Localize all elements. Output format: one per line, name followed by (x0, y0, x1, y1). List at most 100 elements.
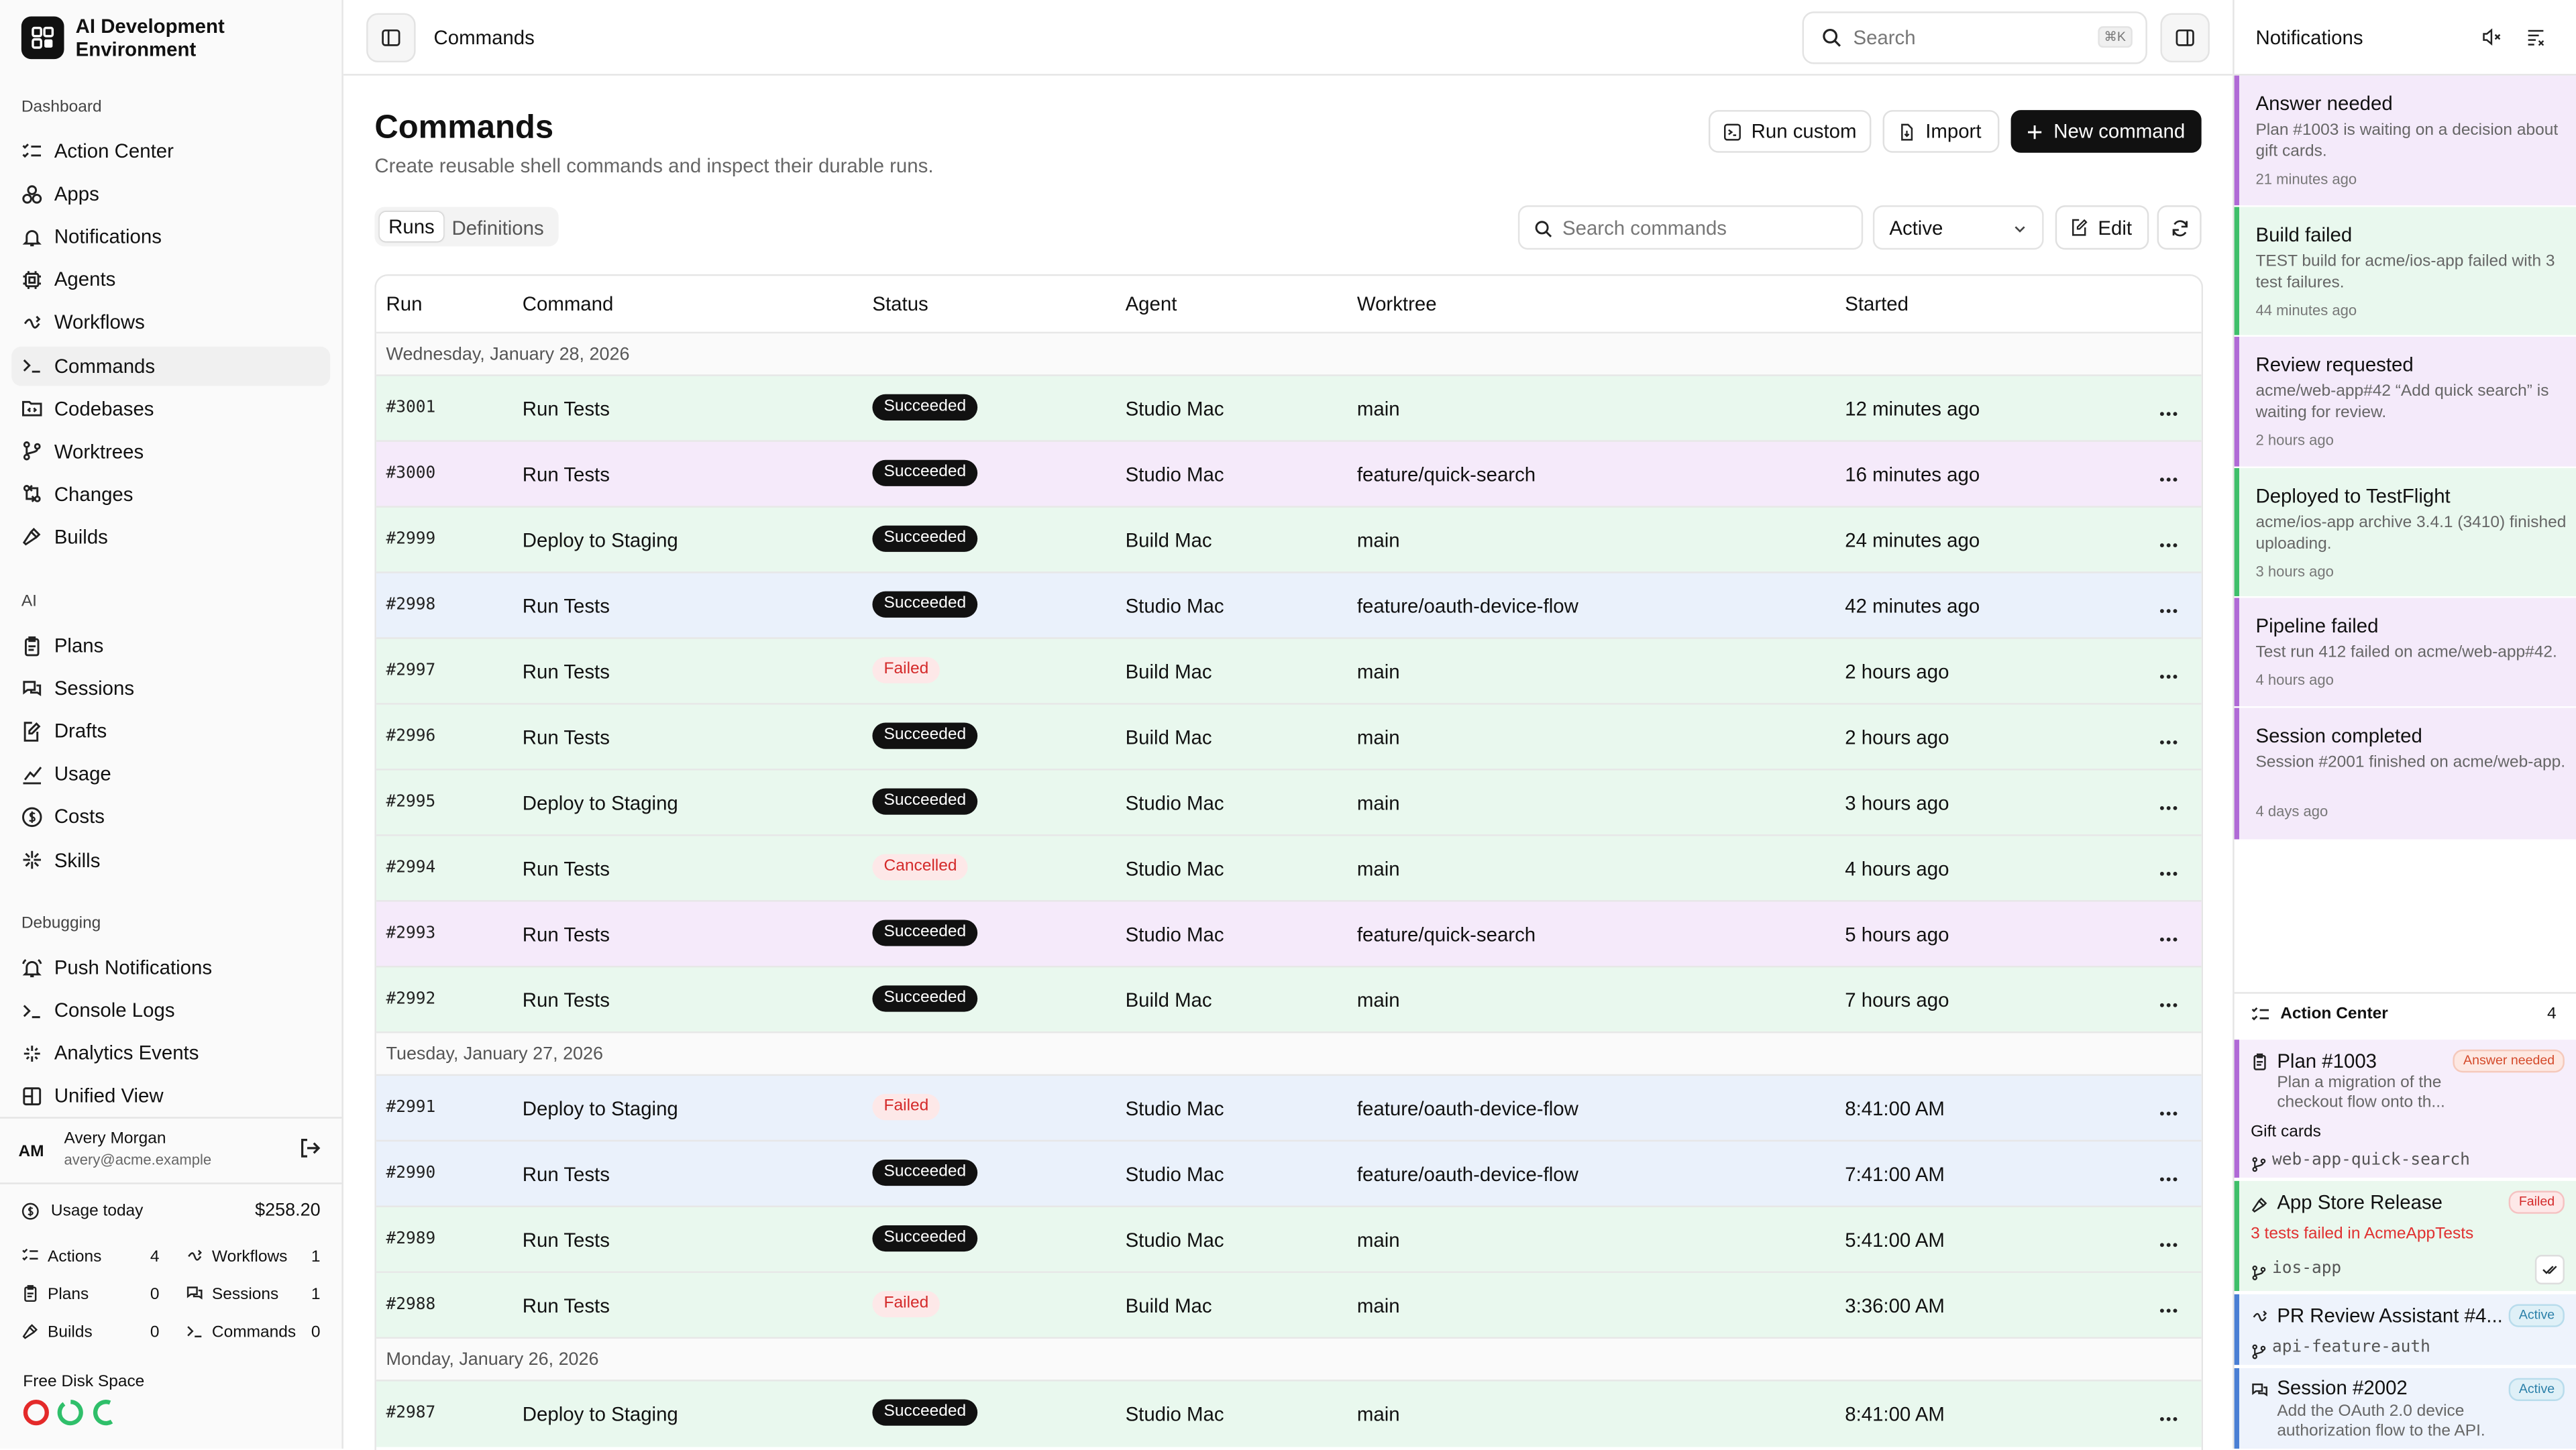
git-branch-small (2252, 1266, 2266, 1280)
table-row[interactable]: #2997 Run Tests Failed Build Mac main 2 … (376, 637, 2202, 705)
status-badge: Succeeded (872, 394, 978, 421)
logout-button[interactable] (299, 1137, 322, 1168)
sidebar-item-action-center[interactable]: Action Center (11, 131, 330, 171)
sidebar-item-codebases[interactable]: Codebases (11, 388, 330, 428)
row-menu-button[interactable] (2159, 398, 2178, 423)
row-menu-button[interactable] (2159, 726, 2178, 750)
sidebar-item-unified-view[interactable]: Unified View (11, 1076, 330, 1116)
table-row[interactable]: #3001 Run Tests Succeeded Studio Mac mai… (376, 374, 2202, 442)
row-menu-button[interactable] (2159, 1294, 2178, 1319)
action-card-pr-review[interactable]: PR Review Assistant #4... Active api-fea… (2234, 1294, 2576, 1365)
usage-stat-builds[interactable]: Builds 0 (21, 1322, 160, 1342)
sidebar-item-drafts[interactable]: Drafts (11, 712, 330, 751)
list-checks-icon (22, 142, 42, 158)
mark-done-button[interactable] (2534, 1255, 2565, 1285)
action-card-session[interactable]: Session #2002 Active Add the OAuth 2.0 d… (2234, 1368, 2576, 1449)
row-menu-button[interactable] (2159, 923, 2178, 948)
sidebar-item-costs[interactable]: Costs (11, 797, 330, 837)
refresh-button[interactable] (2157, 205, 2202, 250)
table-row[interactable]: #2994 Run Tests Cancelled Studio Mac mai… (376, 834, 2202, 902)
run-custom-button[interactable]: Run custom (1708, 110, 1872, 153)
new-command-button[interactable]: New command (2010, 110, 2202, 153)
tab-definitions[interactable]: Definitions (451, 217, 543, 239)
usage-stat-commands[interactable]: Commands 0 (186, 1322, 321, 1342)
row-menu-button[interactable] (2159, 529, 2178, 554)
action-card-plan[interactable]: Plan #1003 Answer needed Plan a migratio… (2234, 1040, 2576, 1178)
search-box[interactable]: Search ⌘K (1802, 11, 2147, 64)
action-card-app-store-release[interactable]: App Store Release Failed 3 tests failed … (2234, 1180, 2576, 1291)
sidebar-item-label: Codebases (54, 396, 154, 420)
sidebar-item-commands[interactable]: Commands (11, 345, 331, 386)
sidebar-item-worktrees[interactable]: Worktrees (11, 431, 330, 471)
table-row[interactable]: #2989 Run Tests Succeeded Studio Mac mai… (376, 1205, 2202, 1273)
notification-card[interactable]: Pipeline failed Test run 412 failed on a… (2234, 598, 2576, 708)
table-row[interactable]: #2987 Deploy to Staging Succeeded Studio… (376, 1380, 2202, 1447)
more-horizontal-icon (2159, 1111, 2178, 1116)
usage-stat-workflows[interactable]: Workflows 1 (186, 1247, 321, 1266)
notification-card[interactable]: Build failed TEST build for acme/ios-app… (2234, 207, 2576, 337)
command-name: Run Tests (522, 463, 610, 486)
table-row[interactable]: #2996 Run Tests Succeeded Build Mac main… (376, 703, 2202, 771)
sidebar-item-analytics-events[interactable]: Analytics Events (11, 1034, 330, 1073)
tab-runs[interactable]: Runs (379, 211, 444, 242)
row-menu-button[interactable] (2159, 1163, 2178, 1188)
row-menu-button[interactable] (2159, 791, 2178, 816)
table-row[interactable]: #2991 Deploy to Staging Failed Studio Ma… (376, 1074, 2202, 1142)
started-time: 5 hours ago (1845, 923, 1949, 946)
import-button[interactable]: Import (1882, 110, 2000, 153)
sidebar-item-usage[interactable]: Usage (11, 755, 330, 794)
row-menu-button[interactable] (2159, 857, 2178, 882)
usage-stat-actions[interactable]: Actions 4 (21, 1247, 160, 1266)
row-menu-button[interactable] (2159, 1402, 2178, 1427)
chart-icon (21, 763, 43, 785)
edit-button[interactable]: Edit (2055, 205, 2149, 250)
table-row[interactable]: #2988 Run Tests Failed Build Mac main 3:… (376, 1271, 2202, 1339)
table-row[interactable]: #2992 Run Tests Succeeded Build Mac main… (376, 966, 2202, 1034)
usage-stat-plans[interactable]: Plans 0 (21, 1284, 160, 1304)
table-row[interactable]: #2999 Deploy to Staging Succeeded Build … (376, 506, 2202, 573)
notification-card[interactable]: Deployed to TestFlight acme/ios-app arch… (2234, 467, 2576, 598)
col-agent: Agent (1125, 292, 1177, 316)
notification-card[interactable]: Session completed Session #2001 finished… (2234, 708, 2576, 841)
sidebar-item-label: Console Logs (54, 999, 175, 1022)
clear-all-button[interactable] (2525, 26, 2546, 56)
toggle-sidebar-button[interactable] (366, 13, 416, 63)
sidebar-item-plans[interactable]: Plans (11, 626, 330, 665)
notification-card[interactable]: Review requested acme/web-app#42 “Add qu… (2234, 337, 2576, 468)
more-horizontal-icon (2159, 543, 2178, 548)
plus-icon (2027, 124, 2042, 139)
sidebar-item-builds[interactable]: Builds (11, 517, 330, 557)
notification-card[interactable]: Answer needed Plan #1003 is waiting on a… (2234, 75, 2576, 207)
terminal-square-icon (1724, 123, 1741, 140)
section-heading: Dashboard (21, 98, 102, 117)
sidebar-item-skills[interactable]: Skills (11, 840, 330, 880)
toggle-notifications-button[interactable] (2160, 13, 2210, 63)
sidebar-item-agents[interactable]: Agents (11, 260, 330, 300)
row-menu-button[interactable] (2159, 463, 2178, 488)
status-filter-select[interactable]: Active (1872, 205, 2044, 250)
search-commands-input[interactable]: Search commands (1517, 205, 1864, 250)
row-menu-button[interactable] (2159, 595, 2178, 620)
sidebar-item-apps[interactable]: Apps (11, 174, 330, 214)
sidebar-item-changes[interactable]: Changes (11, 474, 330, 514)
worktree-name: main (1356, 989, 1400, 1012)
table-row[interactable]: #2995 Deploy to Staging Succeeded Studio… (376, 769, 2202, 836)
sidebar-item-sessions[interactable]: Sessions (11, 669, 330, 708)
table-row[interactable]: #2993 Run Tests Succeeded Studio Mac fea… (376, 900, 2202, 968)
usage-today[interactable]: Usage today $258.20 (21, 1201, 321, 1223)
row-menu-button[interactable] (2159, 1097, 2178, 1122)
mute-button[interactable] (2481, 26, 2502, 56)
table-row[interactable]: #3000 Run Tests Succeeded Studio Mac fea… (376, 440, 2202, 508)
table-row[interactable]: #2998 Run Tests Succeeded Studio Mac fea… (376, 571, 2202, 639)
sidebar-item-workflows[interactable]: Workflows (11, 303, 330, 343)
row-menu-button[interactable] (2159, 660, 2178, 685)
row-menu-button[interactable] (2159, 1229, 2178, 1253)
sidebar-item-push-notifications[interactable]: Push Notifications (11, 948, 330, 987)
action-center-header[interactable]: Action Center 4 (2235, 1003, 2576, 1026)
worktree-name: feature/oauth-device-flow (1356, 1162, 1578, 1186)
table-row[interactable]: #2990 Run Tests Succeeded Studio Mac fea… (376, 1139, 2202, 1208)
sidebar-item-notifications[interactable]: Notifications (11, 217, 330, 257)
usage-stat-sessions[interactable]: Sessions 1 (186, 1284, 321, 1304)
sidebar-item-console-logs[interactable]: Console Logs (11, 991, 330, 1030)
row-menu-button[interactable] (2159, 989, 2178, 1013)
